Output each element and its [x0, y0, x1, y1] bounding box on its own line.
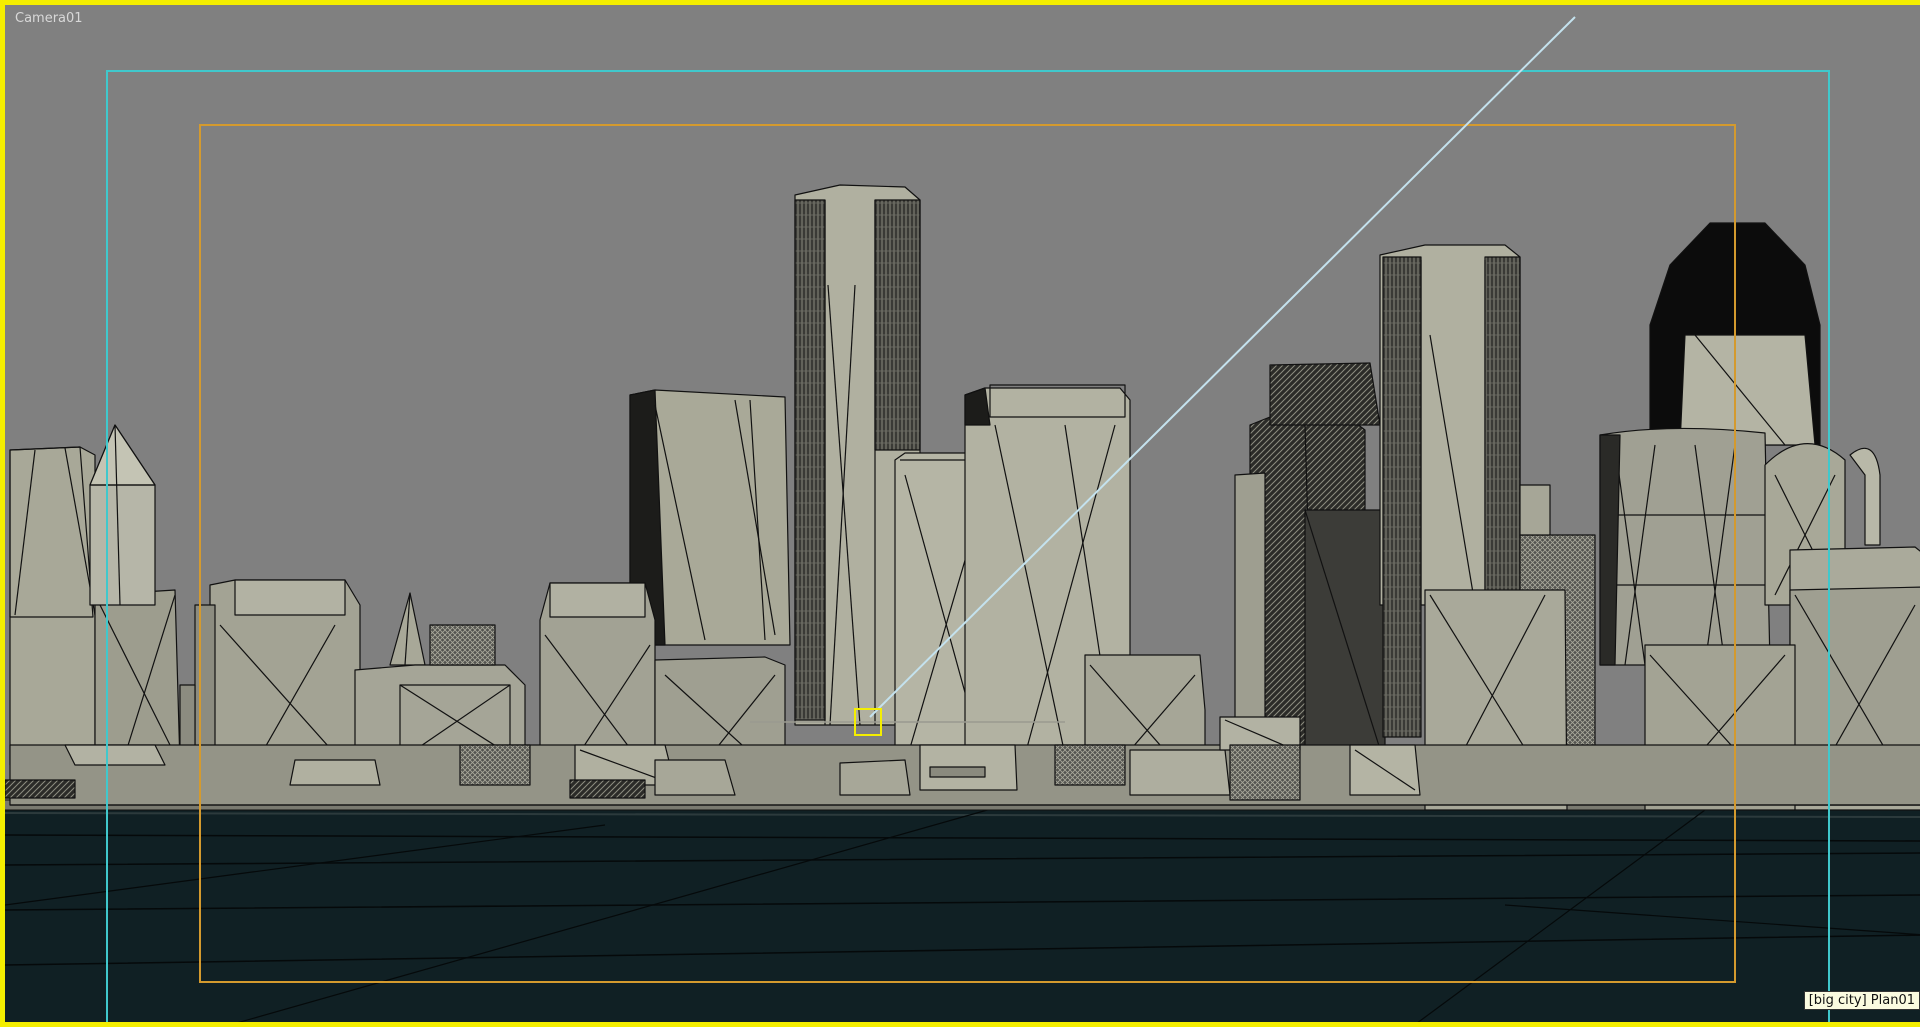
building-left-spire[interactable]: [89, 424, 156, 606]
camera-viewport[interactable]: Camera01 [big city] Plan01: [0, 0, 1920, 1027]
building-small-cone[interactable]: [389, 592, 426, 666]
ground-plane: [5, 799, 1920, 1022]
object-tooltip: [big city] Plan01: [1803, 991, 1920, 1010]
building-center-left-tower[interactable]: [629, 389, 791, 646]
city-skyline-wireframe-render[interactable]: [5, 5, 1920, 1027]
building-dark-slab[interactable]: [1304, 509, 1386, 776]
building-rounded-cylinder[interactable]: [1599, 427, 1771, 666]
city-buildings[interactable]: [5, 184, 1920, 811]
viewport-label[interactable]: Camera01: [15, 11, 83, 26]
